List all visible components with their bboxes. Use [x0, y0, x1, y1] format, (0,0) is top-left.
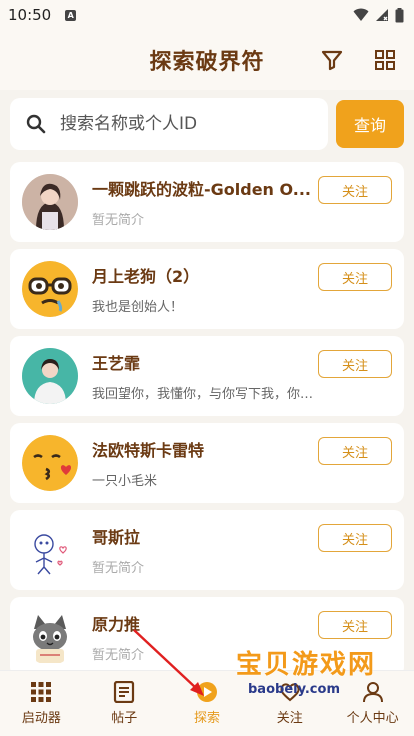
user-bio: 暂无简介: [92, 648, 145, 663]
tab-label: 启动器: [21, 711, 61, 726]
user-bio: 暂无简介: [92, 213, 145, 228]
tab-explore[interactable]: 探索: [166, 671, 249, 736]
avatar[interactable]: [22, 435, 78, 491]
user-name: 原力推: [92, 615, 141, 634]
user-name: 王艺霏: [92, 354, 141, 373]
battery-icon: [395, 7, 404, 22]
user-card[interactable]: 法欧特斯卡雷特 一只小毛米 关注: [10, 423, 404, 503]
bottom-tab-bar: 启动器 帖子 探索 关注 个人中心: [0, 670, 414, 736]
user-bio: 暂无简介: [92, 561, 145, 576]
avatar[interactable]: [22, 261, 78, 317]
wifi-icon: [353, 8, 369, 21]
filter-icon[interactable]: [320, 48, 344, 72]
explore-icon: [196, 682, 217, 702]
search-input[interactable]: [60, 114, 328, 134]
search-box: [10, 98, 328, 150]
user-card[interactable]: 月上老狗（2） 我也是创始人！ 关注: [10, 249, 404, 329]
page-title: 探索破界符: [149, 50, 265, 75]
tab-label: 关注: [276, 711, 303, 726]
status-bar: 10:50 A: [0, 0, 414, 30]
grid-icon: [31, 682, 52, 702]
tab-launcher[interactable]: 启动器: [0, 671, 83, 736]
notification-icon: A: [65, 9, 77, 21]
avatar[interactable]: [22, 174, 78, 230]
avatar[interactable]: [22, 609, 78, 665]
person-icon: [362, 682, 383, 703]
user-bio: 我也是创始人！: [92, 300, 184, 315]
avatar[interactable]: [22, 348, 78, 404]
signal-icon: [376, 9, 388, 21]
tab-label: 探索: [193, 711, 220, 726]
user-name: 哥斯拉: [92, 528, 141, 547]
follow-button[interactable]: 关注: [318, 263, 392, 291]
tab-label: 帖子: [111, 711, 138, 726]
user-card[interactable]: 哥斯拉 暂无简介 关注: [10, 510, 404, 590]
avatar[interactable]: [22, 522, 78, 578]
user-name: 法欧特斯卡雷特: [92, 441, 205, 460]
follow-button[interactable]: 关注: [318, 524, 392, 552]
follow-button[interactable]: 关注: [318, 176, 392, 204]
search-row: 查询: [0, 90, 414, 150]
tab-posts[interactable]: 帖子: [83, 671, 166, 736]
user-card[interactable]: 王艺霏 我回望你，我懂你，与你写下我，你将会替我... 关注: [10, 336, 404, 416]
page-header: 探索破界符: [0, 30, 414, 90]
user-name: 月上老狗（2）: [92, 267, 200, 286]
query-button[interactable]: 查询: [336, 100, 404, 148]
user-bio: 一只小毛米: [92, 474, 158, 489]
user-list: 一颗跳跃的波粒-Golden O... 暂无简介 关注 月上老狗（2） 我也是创…: [10, 162, 404, 684]
follow-button[interactable]: 关注: [318, 437, 392, 465]
tab-follow[interactable]: 关注: [248, 671, 331, 736]
status-time: 10:50: [8, 6, 52, 24]
tab-profile[interactable]: 个人中心: [331, 671, 414, 736]
grid-view-icon[interactable]: [374, 49, 396, 71]
user-card[interactable]: 原力推 暂无简介 关注: [10, 597, 404, 677]
heart-icon: [280, 683, 300, 702]
follow-button[interactable]: 关注: [318, 611, 392, 639]
search-icon: [26, 114, 46, 134]
document-icon: [114, 681, 135, 703]
tab-label: 个人中心: [346, 711, 399, 726]
follow-button[interactable]: 关注: [318, 350, 392, 378]
user-card[interactable]: 一颗跳跃的波粒-Golden O... 暂无简介 关注: [10, 162, 404, 242]
user-name: 一颗跳跃的波粒-Golden O...: [92, 180, 312, 199]
user-bio: 我回望你，我懂你，与你写下我，你将会替我...: [92, 387, 318, 402]
